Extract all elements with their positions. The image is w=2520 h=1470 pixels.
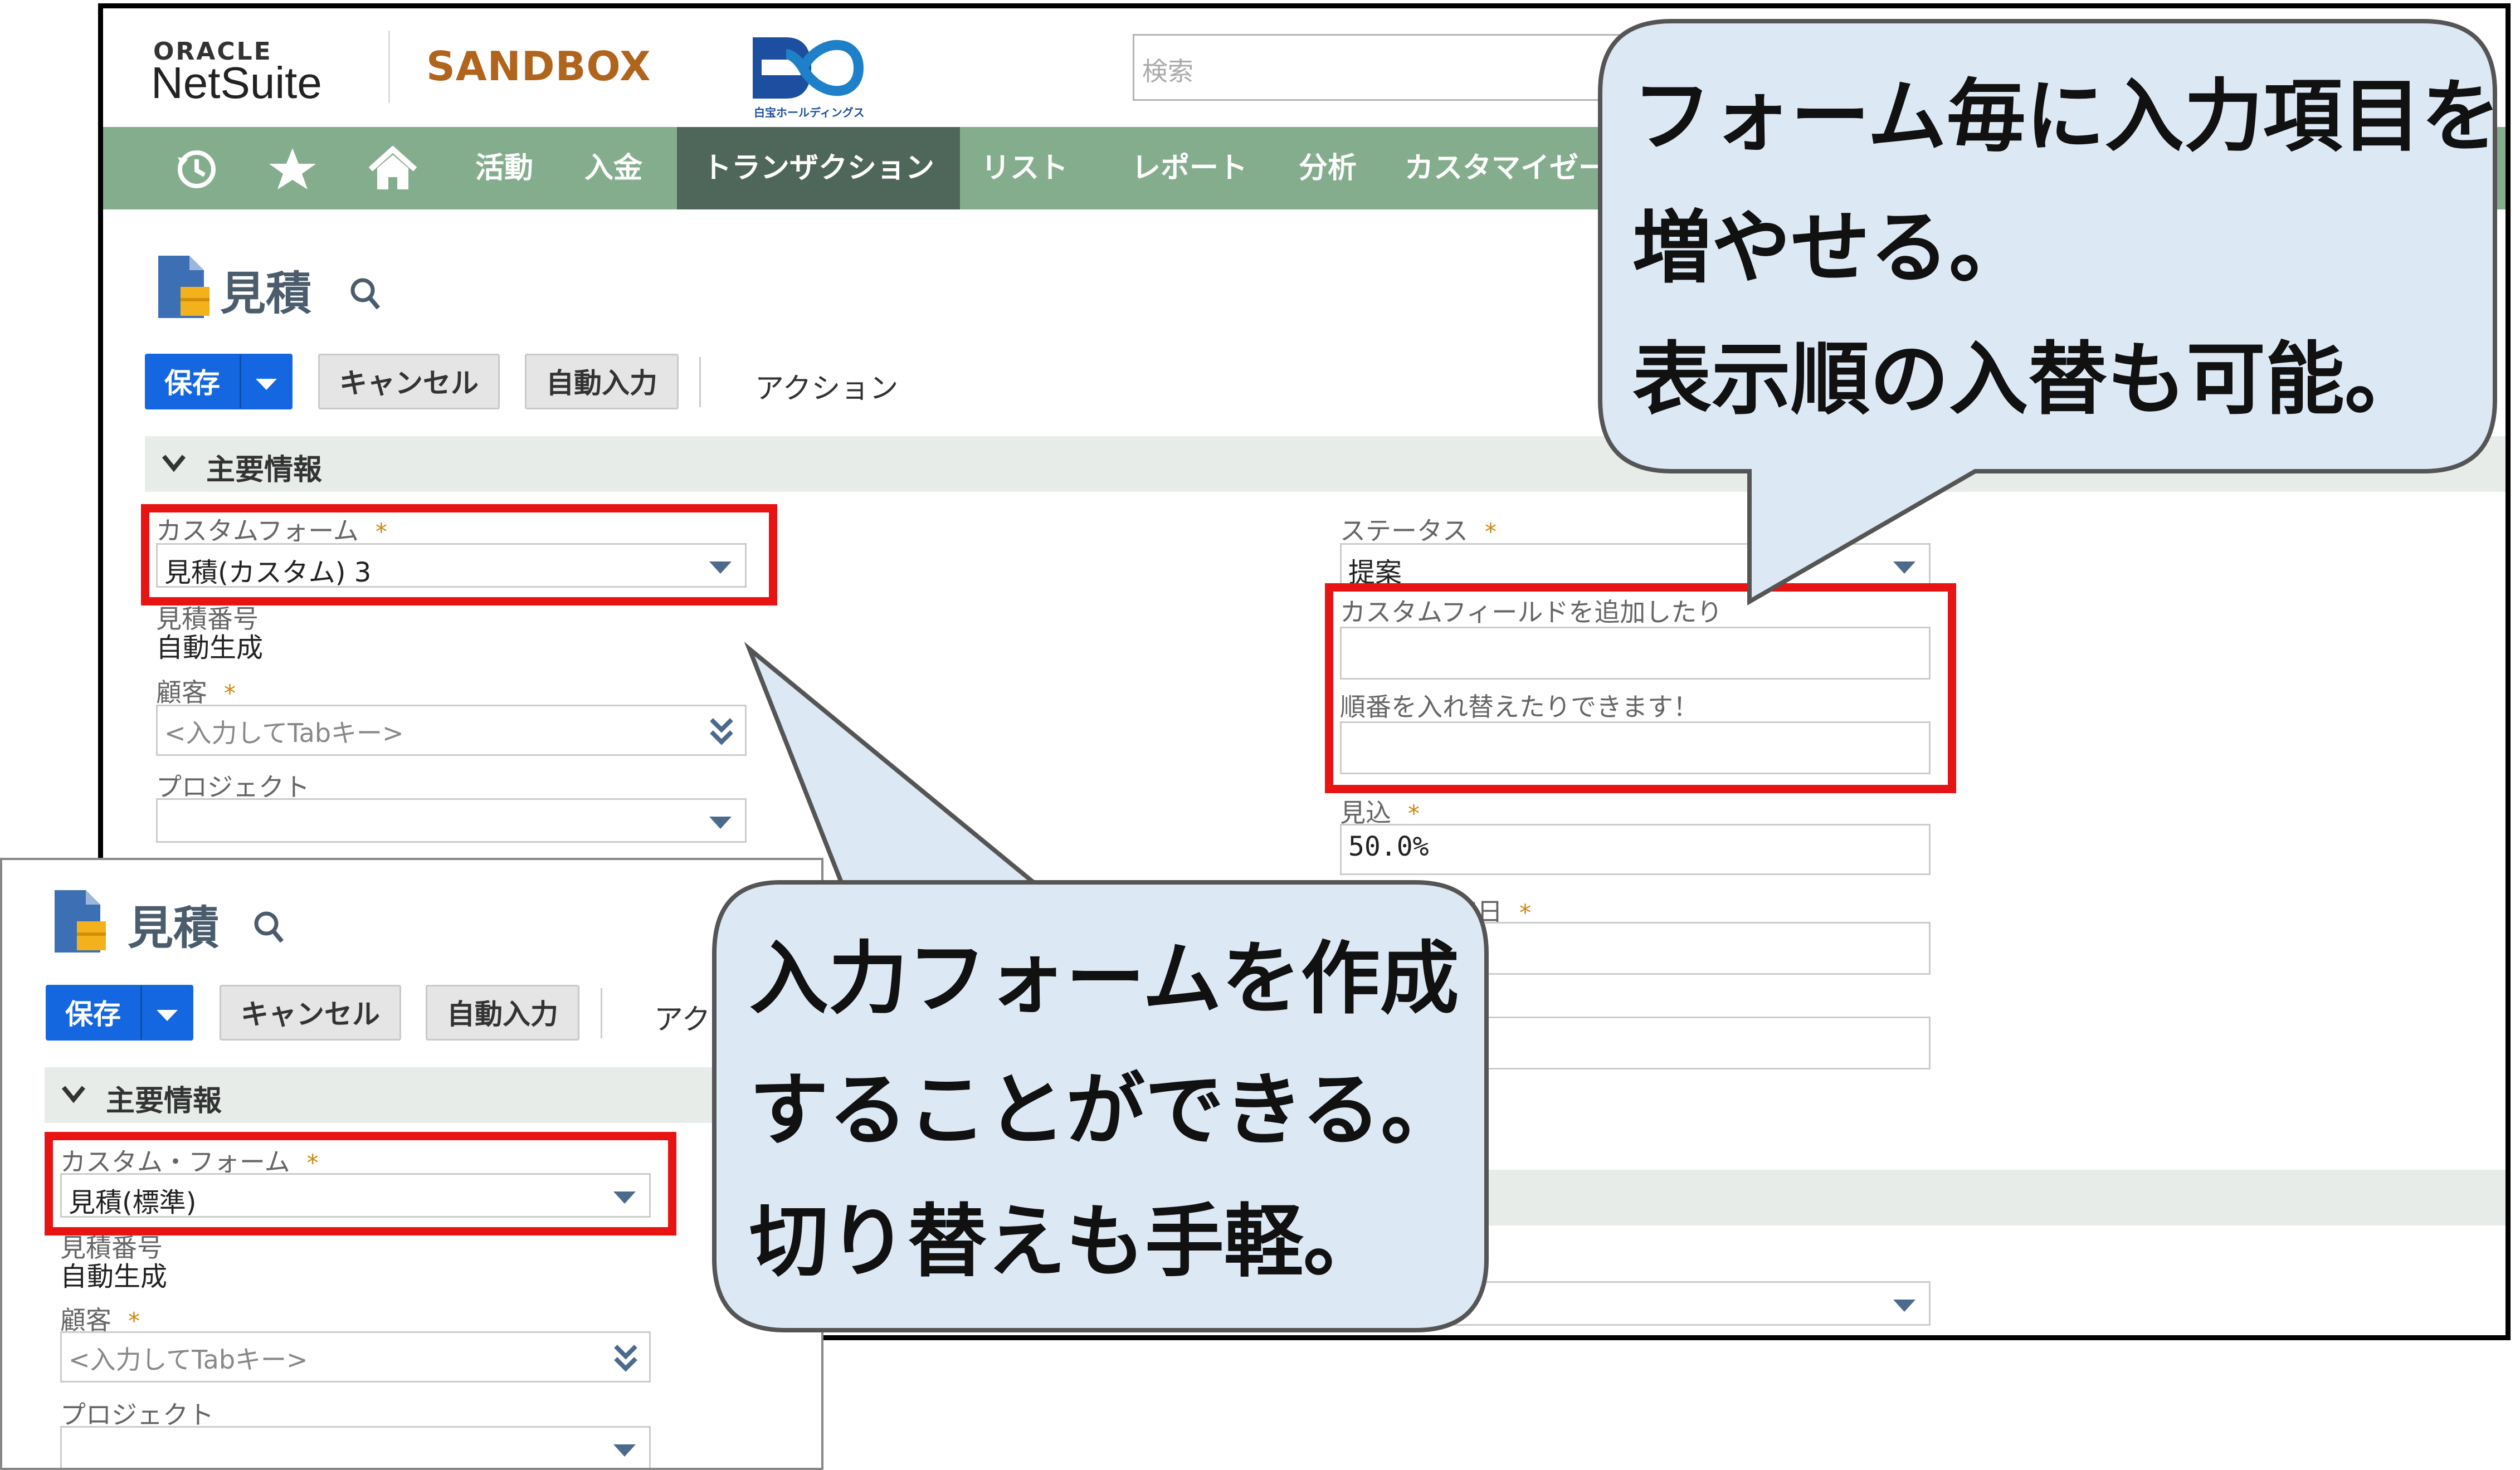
bottom-callout-line-3: 切り替えも手軽。 [749,1196,1382,1288]
chevron-down-icon [256,379,277,390]
customer-placeholder: <入力してTabキー> [69,1345,308,1375]
estimate-number-value: 自動生成 [60,1261,168,1292]
nav-item-activities[interactable]: 活動 [450,127,559,209]
cancel-button[interactable]: キャンセル [318,354,500,409]
double-chevron-down-icon [614,1345,637,1372]
toolbar-divider [699,357,701,407]
status-label: ステータス * [1340,516,1497,546]
chevron-down-icon [157,1010,178,1021]
save-button[interactable]: 保存 [145,354,240,409]
save-menu-button[interactable] [140,985,193,1041]
section-primary-info[interactable]: 主要情報 [45,1067,821,1123]
standard-form-window: 見積 保存 キャンセル 自動入力 アク 主要情報 カスタム・フォーム * 見積(標… [0,858,823,1470]
customer-placeholder: <入力してTabキー> [164,718,404,748]
double-chevron-down-icon [710,718,733,745]
save-button[interactable]: 保存 [46,985,140,1041]
page-title: 見積 [220,267,312,320]
netsuite-logo-text[interactable]: NetSuite [151,57,322,109]
highlight-custom-form [45,1132,676,1235]
action-menu[interactable]: アクション [755,365,898,407]
chevron-down-icon [61,1086,86,1103]
project-select[interactable] [60,1426,651,1468]
autofill-button[interactable]: 自動入力 [426,985,579,1041]
nav-item-analytics[interactable]: 分析 [1273,127,1382,209]
dropdown-arrow-icon [1893,1300,1915,1312]
home-icon[interactable] [365,146,421,191]
customer-label: 顧客 * [156,677,236,707]
star-icon[interactable] [265,146,320,191]
bottom-callout-line-2: することができる。 [749,1064,1460,1156]
company-logo-caption: 白宝ホールディングス [754,106,865,119]
toolbar-divider [601,988,602,1038]
global-search-input[interactable]: 検索 [1133,34,1690,101]
estimate-number-value: 自動生成 [156,632,264,663]
top-callout-line-1: フォーム毎に入力項目を [1632,71,2500,163]
page-title: 見積 [128,902,220,955]
nav-item-customization[interactable]: カスタマイゼー [1379,127,1633,209]
search-placeholder: 検索 [1142,56,1193,86]
chevron-down-icon [162,455,186,472]
nav-item-reports[interactable]: レポート [1106,127,1273,209]
highlight-custom-form [141,504,777,605]
nav-item-lists[interactable]: リスト [956,127,1094,209]
section-label: 主要情報 [206,453,323,487]
top-callout-line-2: 増やせる。 [1632,202,2028,294]
section-label: 主要情報 [106,1085,222,1118]
customer-input[interactable]: <入力してTabキー> [156,705,747,756]
clock-icon[interactable] [169,146,225,191]
bottom-callout-line-1: 入力フォームを作成 [749,933,1459,1025]
top-callout-line-3: 表示順の入替も可能。 [1632,334,2424,426]
highlight-custom-fields [1325,583,1956,793]
search-icon[interactable] [348,275,382,314]
autofill-button[interactable]: 自動入力 [525,354,679,409]
search-icon[interactable] [252,908,285,947]
customer-input[interactable]: <入力してTabキー> [60,1331,651,1383]
project-select[interactable] [156,798,747,843]
nav-item-transactions[interactable]: トランザクション [677,127,961,209]
probability-input[interactable]: 50.0% [1340,824,1931,875]
estimate-doc-icon [55,890,106,953]
sandbox-label: SANDBOX [426,43,651,90]
cancel-button[interactable]: キャンセル [220,985,401,1041]
dropdown-arrow-icon [1893,561,1915,574]
status-select[interactable]: 提案 [1340,543,1931,588]
action-menu[interactable]: アク [654,996,710,1038]
company-logo-icon: 白宝ホールディングス [753,37,865,119]
dropdown-arrow-icon [613,1444,636,1457]
probability-value: 50.0% [1348,831,1429,862]
dropdown-arrow-icon [709,817,732,829]
save-menu-button[interactable] [240,354,293,409]
top-callout-text: フォーム毎に入力項目を 増やせる。 表示順の入替も可能。 [1632,51,2500,446]
nav-item-payments[interactable]: 入金 [559,127,668,209]
bottom-callout-text: 入力フォームを作成 することができる。 切り替えも手軽。 [749,914,1460,1308]
estimate-doc-icon [158,256,209,318]
logo-divider [388,31,390,103]
